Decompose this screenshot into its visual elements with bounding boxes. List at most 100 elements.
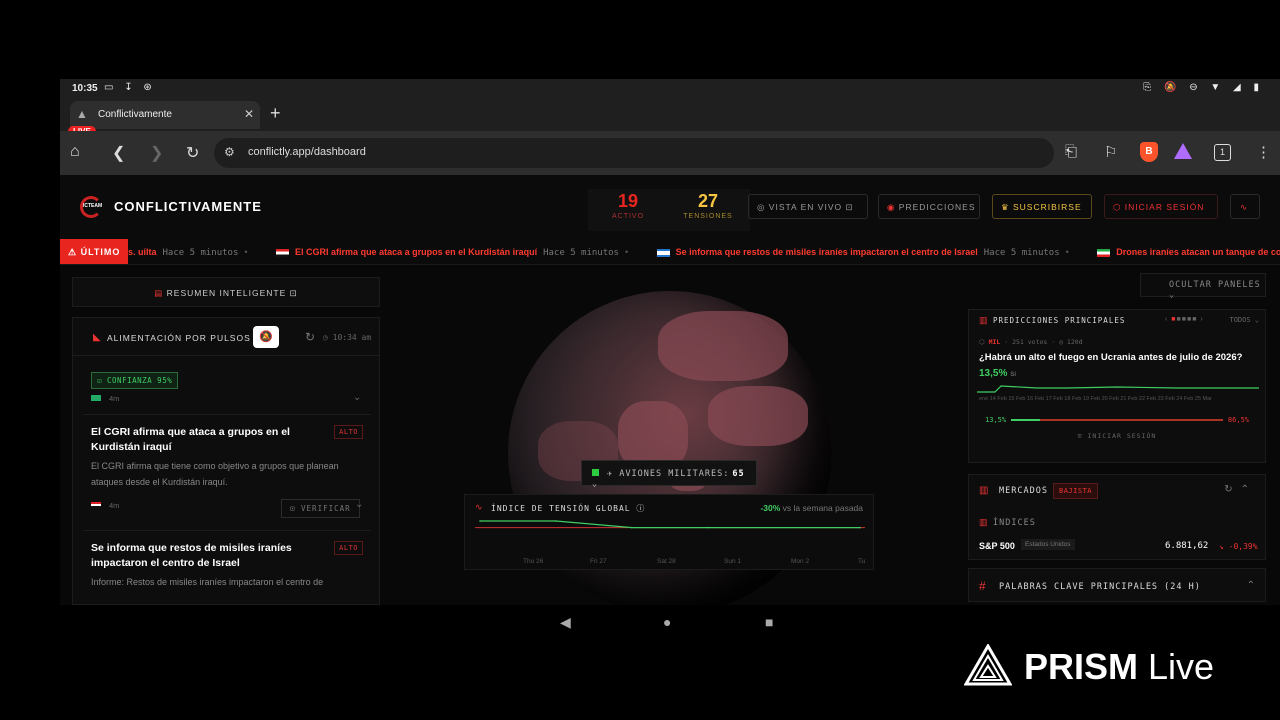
news-title: El CGRI afirma que ataca a grupos en el …	[91, 426, 290, 453]
new-tab-icon[interactable]: +	[270, 103, 281, 124]
mute-notifications-button[interactable]: 🔕	[253, 326, 279, 348]
ticker-headline[interactable]: El CGRI afirma que ataca a grupos en el …	[295, 247, 537, 257]
status-notification-icons: ▭ ↧ ⊛	[104, 82, 156, 93]
tick-label: Thu 26	[523, 558, 544, 565]
markets-controls[interactable]: ↻⌃	[1224, 484, 1257, 495]
ticker-headline[interactable]: Drones iraníes atacan un tanque de co	[1116, 247, 1280, 257]
site-settings-icon[interactable]: ⚙	[224, 145, 235, 159]
markets-title: MERCADOS	[999, 486, 1048, 496]
refresh-icon[interactable]: ↻	[305, 330, 315, 344]
live-view-button[interactable]: ◎ VISTA EN VIVO ⊡	[748, 194, 868, 219]
close-tab-icon[interactable]: ✕	[244, 107, 254, 121]
hash-icon: #	[979, 579, 986, 593]
bookmark-icon[interactable]: ⚐	[1104, 143, 1117, 161]
tension-point	[707, 526, 709, 529]
favicon-icon: ▲	[76, 107, 88, 121]
reload-icon[interactable]: ↻	[186, 143, 199, 163]
lock-icon: ⊡	[845, 202, 854, 212]
news-item[interactable]: Se informa que restos de misiles iraníes…	[83, 530, 371, 604]
odds-bar	[1011, 419, 1223, 421]
verify-button[interactable]: ⊡ VERIFICAR	[281, 499, 360, 518]
lock-icon: ⊡	[289, 288, 298, 298]
predictions-title: PREDICCIONES PRINCIPALES	[993, 316, 1126, 325]
install-app-icon[interactable]: ⎗	[1065, 143, 1077, 160]
active-label: ACTIVO	[611, 213, 645, 220]
odds-bar-fill	[1011, 419, 1040, 421]
prediction-dates: ene 14 Feb 15 Feb 16 Feb 17 Feb 18 Feb 1…	[979, 396, 1212, 402]
item-meta: 4m	[91, 501, 119, 510]
brave-shield-icon[interactable]: B	[1140, 142, 1158, 162]
pulse-icon: ∿	[1240, 202, 1249, 212]
ticker-label: ⚠ ÚLTIMO	[60, 239, 128, 264]
pulse-icon: ∿	[475, 502, 483, 512]
hide-panels-button[interactable]: OCULTAR PANELES ⌄	[1140, 273, 1266, 300]
tick-label: Fri 27	[590, 558, 607, 565]
tab-count-button[interactable]: 1	[1214, 144, 1231, 161]
url-text: conflictly.app/dashboard	[248, 146, 366, 158]
top-predictions-panel: ▥ PREDICCIONES PRINCIPALES ‹ ■■■■■ › TOD…	[968, 309, 1266, 463]
military-aircraft-chip[interactable]: ✈ AVIONES MILITARES: 65 ⌄	[581, 460, 757, 489]
address-bar: ⌂ ❮ ❯ ↻ ⚙ conflictly.app/dashboard ⎗ ⚐ B…	[60, 131, 1280, 175]
chart-icon: ▥	[979, 315, 988, 325]
severity-badge: ALTO	[334, 425, 363, 439]
collapse-icon[interactable]: ⌃	[1247, 580, 1255, 591]
tensions-count: 27	[697, 191, 719, 211]
ticker-time: Hace 5 minutos	[162, 248, 239, 258]
shield-icon: ⬡	[1113, 202, 1122, 212]
ticker-headline[interactable]: s. uilta	[128, 247, 157, 257]
subscribe-button[interactable]: ♛ SUSCRIBIRSE	[992, 194, 1092, 219]
all-predictions-button[interactable]: TODOS ⌄	[1229, 316, 1259, 324]
menu-icon[interactable]: ⋮	[1256, 143, 1271, 161]
brave-rewards-icon[interactable]	[1174, 143, 1192, 159]
map-region	[708, 386, 808, 446]
prism-live-watermark: PRISM Live	[962, 642, 1262, 692]
expand-icon[interactable]: ⌄	[353, 392, 361, 403]
index-change: ↘ -0,39%	[1219, 542, 1258, 551]
news-item[interactable]: El CGRI afirma que ataca a grupos en el …	[83, 414, 371, 526]
flag-icon	[656, 248, 670, 257]
prediction-login[interactable]: ⊡ INICIAR SESIÓN	[969, 432, 1265, 440]
prediction-question[interactable]: ¿Habrá un alto el fuego en Ucrania antes…	[979, 352, 1242, 363]
android-recents-icon[interactable]: ■	[765, 614, 773, 630]
expand-icon[interactable]: ⌄	[355, 499, 363, 510]
feed-header: ◣ ALIMENTACIÓN POR PULSOS 🔕 ↻ ◷ 10:34 am	[73, 318, 379, 356]
tension-point	[859, 526, 861, 529]
smart-summary-button[interactable]: ▤ RESUMEN INTELIGENTE ⊡	[72, 277, 380, 307]
back-icon[interactable]: ❮	[112, 143, 125, 163]
tension-chart: Thu 26 Fri 27 Sat 28 Sun 1 Mon 2 Tue	[475, 520, 865, 565]
news-description: El CGRI afirma que tiene como objetivo a…	[91, 461, 339, 487]
item-meta: 4m	[91, 394, 119, 403]
login-button[interactable]: ⬡ INICIAR SESIÓN	[1104, 194, 1218, 219]
markets-panel: ▥ MERCADOS BAJISTA ↻⌃ ÍNDICES ▥ S&P 500 …	[968, 474, 1266, 560]
pulse-feed-panel: ◣ ALIMENTACIÓN POR PULSOS 🔕 ↻ ◷ 10:34 am…	[72, 317, 380, 605]
android-back-icon[interactable]: ◀	[560, 614, 571, 631]
activity-button[interactable]: ∿	[1230, 194, 1260, 219]
app-header: ICTEAM CONFLICTIVAMENTE 19 ACTIVO 27 TEN…	[60, 175, 1280, 239]
yes-percent: 13,5%	[985, 416, 1007, 424]
prism-logo-icon	[964, 644, 1012, 686]
keywords-panel[interactable]: # PALABRAS CLAVE PRINCIPALES (24 H) ⌃	[968, 568, 1266, 602]
forward-icon[interactable]: ❯	[150, 143, 163, 163]
status-bar: 10:35 ▭ ↧ ⊛ ⎘ 🔕 ⊖ ▼ ◢ ▮	[60, 79, 1280, 99]
browser-tab[interactable]: ▲ Conflictivamente ✕	[70, 101, 260, 129]
home-icon[interactable]: ⌂	[70, 143, 80, 161]
tick-label: Sun 1	[724, 558, 741, 565]
predictions-button[interactable]: ◉ PREDICCIONES	[878, 194, 980, 219]
url-field[interactable]: ⚙ conflictly.app/dashboard	[214, 138, 1054, 168]
tab-title: Conflictivamente	[98, 109, 172, 120]
status-dot	[592, 469, 599, 476]
carousel-nav[interactable]: ‹ ■■■■■ ›	[1165, 316, 1204, 323]
ticker-time: Hace 5 minutos	[983, 248, 1060, 258]
android-home-icon[interactable]: ●	[663, 614, 671, 630]
feed-title: ALIMENTACIÓN POR PULSOS	[107, 333, 251, 343]
confidence-badge: ☑ CONFIANZA 95%	[91, 372, 179, 389]
prism-text: PRISM Live	[1024, 646, 1215, 687]
no-percent: 86,5%	[1227, 416, 1249, 424]
prediction-meta: ⬡ MIL · 251 votos · ◷ 120d	[979, 338, 1083, 346]
brand-name: CONFLICTIVAMENTE	[114, 199, 262, 214]
tension-series-line	[480, 520, 860, 529]
ticker-headline[interactable]: Se informa que restos de misiles iraníes…	[676, 247, 978, 257]
breaking-ticker: s. uilta Hace 5 minutos • El CGRI afirma q…	[60, 239, 1280, 265]
logo-icon: ICTEAM	[80, 196, 102, 218]
tension-title: ÍNDICE DE TENSIÓN GLOBAL ⓘ	[491, 504, 646, 513]
